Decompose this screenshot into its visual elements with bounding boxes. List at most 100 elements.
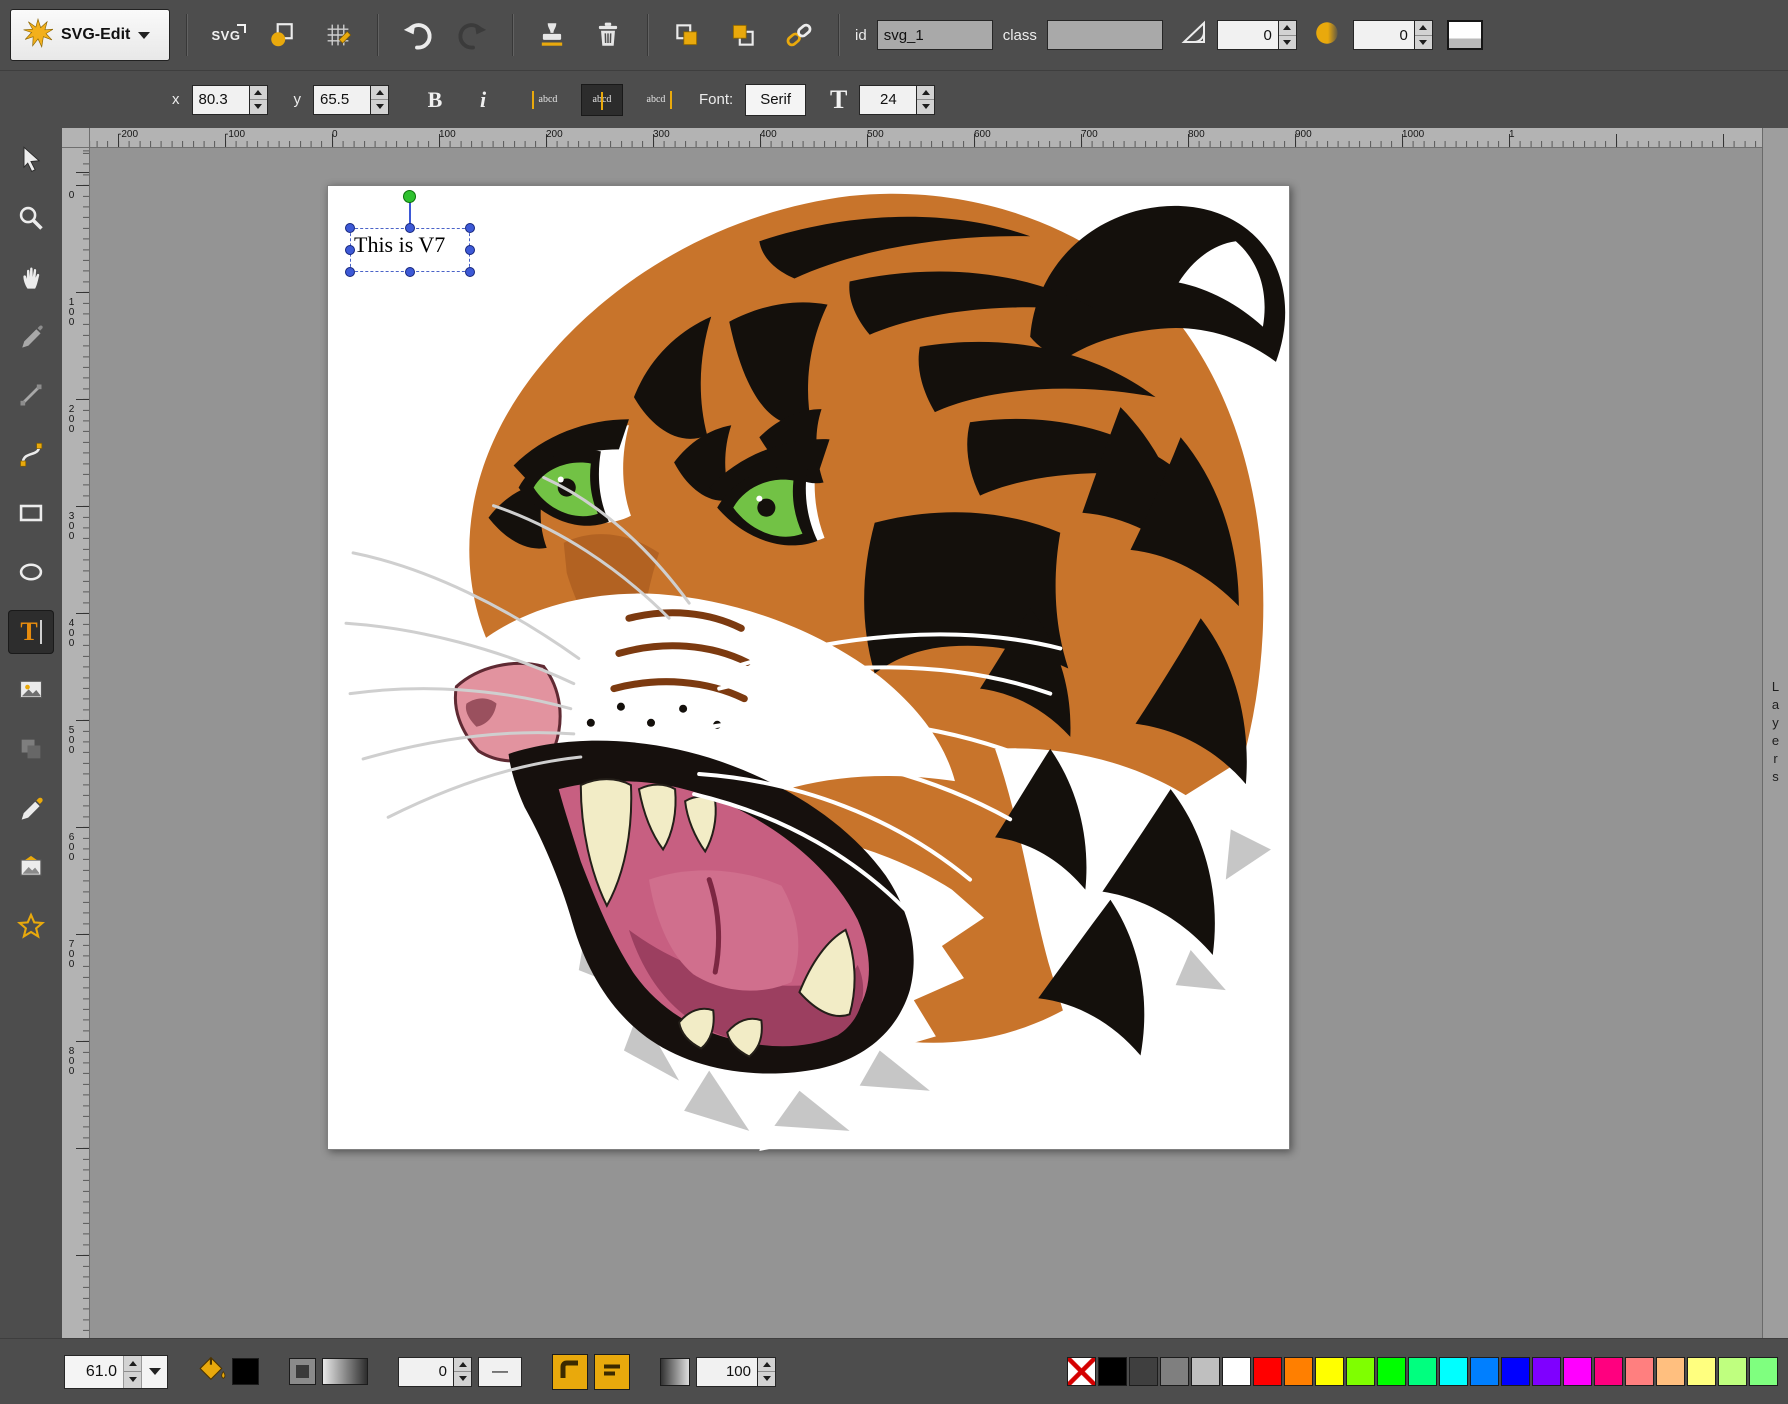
move-to-top-button[interactable]	[720, 12, 766, 58]
stepper-down[interactable]	[454, 1371, 471, 1386]
palette-swatch[interactable]	[1191, 1357, 1220, 1386]
clone-button[interactable]	[529, 12, 575, 58]
palette-swatch[interactable]	[1501, 1357, 1530, 1386]
stepper-down[interactable]	[1279, 35, 1296, 50]
linecap-button[interactable]	[594, 1354, 630, 1390]
shape-library-tool-button[interactable]	[8, 728, 54, 772]
palette-swatch[interactable]	[1315, 1357, 1344, 1386]
palette-swatch[interactable]	[1594, 1357, 1623, 1386]
fill-color-swatch[interactable]	[232, 1358, 259, 1385]
layers-panel-toggle[interactable]: Layers	[1762, 128, 1788, 1338]
make-link-button[interactable]	[776, 12, 822, 58]
stepper-down[interactable]	[1415, 35, 1432, 50]
stepper-up[interactable]	[124, 1356, 141, 1372]
stepper-up[interactable]	[371, 86, 388, 100]
svg-canvas[interactable]: This is V7	[327, 185, 1290, 1150]
image-icon	[17, 676, 45, 707]
angle-input[interactable]	[1217, 20, 1279, 50]
palette-swatch[interactable]	[1718, 1357, 1747, 1386]
palette-swatch[interactable]	[1470, 1357, 1499, 1386]
stepper-up[interactable]	[250, 86, 267, 100]
move-to-bottom-button[interactable]	[664, 12, 710, 58]
palette-swatch-none[interactable]	[1067, 1357, 1096, 1386]
stepper-down[interactable]	[250, 99, 267, 114]
bold-button[interactable]: B	[417, 82, 453, 118]
background-image-tool-button[interactable]	[8, 846, 54, 890]
image-tool-button[interactable]	[8, 669, 54, 713]
selection-handle-se[interactable]	[465, 267, 475, 277]
line-tool-button[interactable]	[8, 374, 54, 418]
palette-swatch[interactable]	[1625, 1357, 1654, 1386]
font-family-button[interactable]: Serif	[745, 84, 806, 116]
italic-button[interactable]: i	[465, 82, 501, 118]
text-anchor-end-button[interactable]: abcd	[635, 84, 677, 116]
palette-swatch[interactable]	[1098, 1357, 1127, 1386]
palette-swatch[interactable]	[1408, 1357, 1437, 1386]
logo-menu-button[interactable]: SVG-Edit	[10, 9, 170, 61]
source-editor-button[interactable]: SVG	[203, 12, 249, 58]
stroke-dash-select[interactable]: —	[478, 1357, 522, 1387]
font-size-input[interactable]	[859, 85, 917, 115]
palette-swatch[interactable]	[1377, 1357, 1406, 1386]
stepper-up[interactable]	[1279, 21, 1296, 35]
selection-handle-ne[interactable]	[465, 223, 475, 233]
element-id-input[interactable]	[877, 20, 993, 50]
editor-preferences-button[interactable]	[315, 12, 361, 58]
palette-swatch[interactable]	[1222, 1357, 1251, 1386]
ellipse-tool-button[interactable]	[8, 551, 54, 595]
palette-swatch[interactable]	[1532, 1357, 1561, 1386]
palette-swatch[interactable]	[1563, 1357, 1592, 1386]
text-anchor-middle-button[interactable]: abcd	[581, 84, 623, 116]
canvas-text-element[interactable]: This is V7	[354, 232, 445, 258]
palette-swatch[interactable]	[1253, 1357, 1282, 1386]
stroke-width-input[interactable]	[398, 1357, 454, 1387]
x-coordinate-input[interactable]	[192, 85, 250, 115]
path-tool-button[interactable]	[8, 433, 54, 477]
rotate-handle[interactable]	[403, 190, 416, 203]
palette-swatch[interactable]	[1129, 1357, 1158, 1386]
background-color-swatch[interactable]	[1447, 20, 1483, 50]
zoom-dropdown-button[interactable]	[141, 1356, 167, 1388]
palette-swatch[interactable]	[1656, 1357, 1685, 1386]
delete-button[interactable]	[585, 12, 631, 58]
rect-tool-button[interactable]	[8, 492, 54, 536]
eyedropper-tool-button[interactable]	[8, 787, 54, 831]
stepper-down[interactable]	[758, 1371, 775, 1386]
zoom-tool-button[interactable]	[8, 197, 54, 241]
stepper-down[interactable]	[371, 99, 388, 114]
tiger-artwork[interactable]	[328, 186, 1291, 1151]
stroke-color-swatch[interactable]	[289, 1358, 316, 1385]
stepper-down[interactable]	[124, 1371, 141, 1388]
zoom-value[interactable]: 61.0	[65, 1363, 123, 1381]
pan-tool-button[interactable]	[8, 256, 54, 300]
linejoin-button[interactable]	[552, 1354, 588, 1390]
gradient-preview-button[interactable]	[322, 1358, 368, 1385]
selection-handle-s[interactable]	[405, 267, 415, 277]
palette-swatch[interactable]	[1160, 1357, 1189, 1386]
toolbar-separator	[377, 14, 378, 56]
document-properties-button[interactable]	[259, 12, 305, 58]
text-tool-button[interactable]: T	[8, 610, 54, 654]
element-class-input[interactable]	[1047, 20, 1163, 50]
text-anchor-start-button[interactable]: abcd	[527, 84, 569, 116]
redo-button[interactable]	[450, 12, 496, 58]
pencil-tool-button[interactable]	[8, 315, 54, 359]
palette-swatch[interactable]	[1439, 1357, 1468, 1386]
palette-swatch[interactable]	[1346, 1357, 1375, 1386]
stepper-up[interactable]	[758, 1358, 775, 1372]
palette-swatch[interactable]	[1284, 1357, 1313, 1386]
selection-handle-e[interactable]	[465, 245, 475, 255]
opacity-input[interactable]	[696, 1357, 758, 1387]
select-tool-button[interactable]	[8, 138, 54, 182]
undo-button[interactable]	[394, 12, 440, 58]
blur-input[interactable]	[1353, 20, 1415, 50]
palette-swatch[interactable]	[1687, 1357, 1716, 1386]
stepper-up[interactable]	[1415, 21, 1432, 35]
star-tool-button[interactable]	[8, 905, 54, 949]
y-coordinate-input[interactable]	[313, 85, 371, 115]
stepper-down[interactable]	[917, 99, 934, 114]
stepper-up[interactable]	[454, 1358, 471, 1372]
selection-handle-sw[interactable]	[345, 267, 355, 277]
stepper-up[interactable]	[917, 86, 934, 100]
palette-swatch[interactable]	[1749, 1357, 1778, 1386]
